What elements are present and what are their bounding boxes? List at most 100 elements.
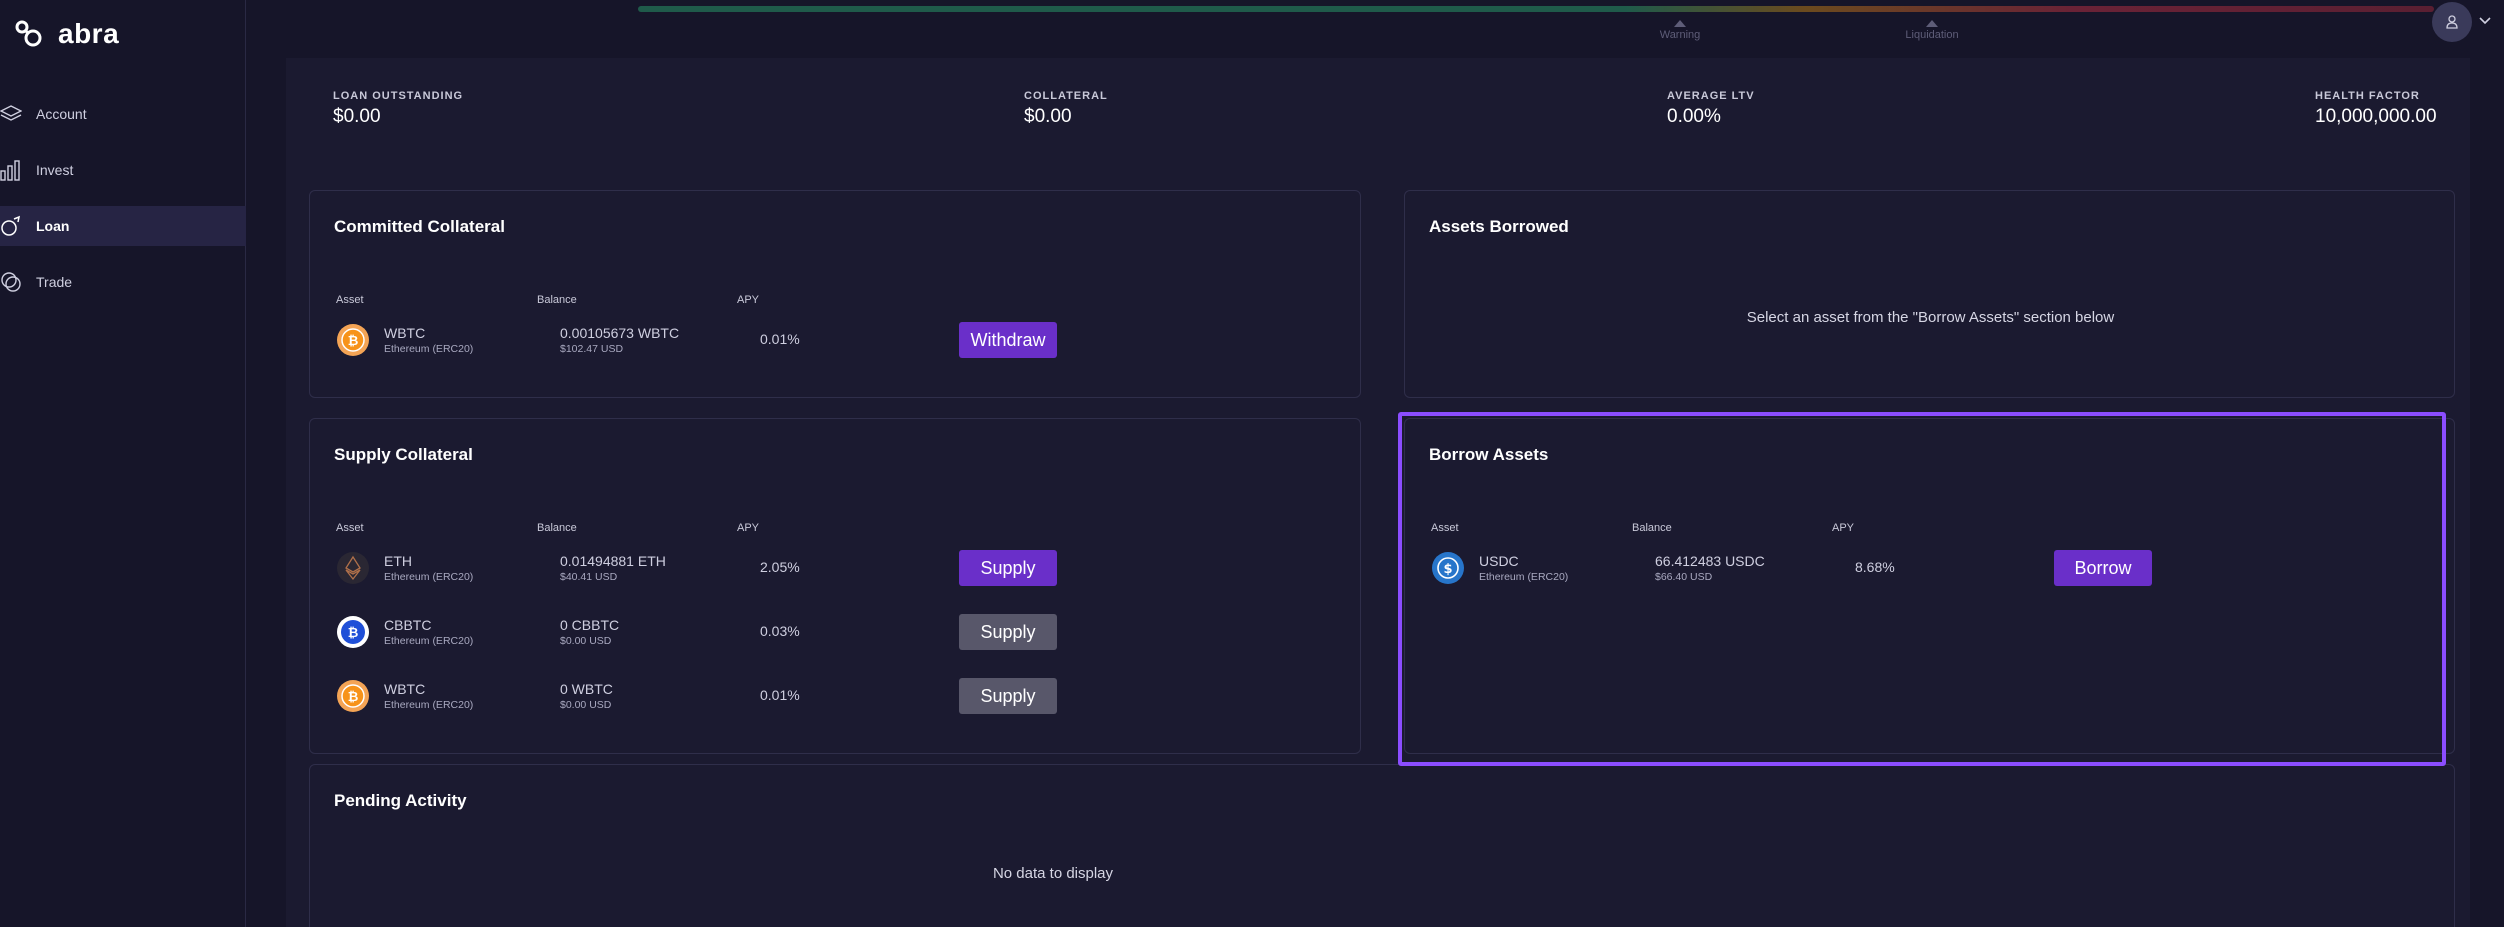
card-title: Borrow Assets <box>1429 445 1549 464</box>
column-header-balance: Balance <box>537 294 577 306</box>
asset-network: Ethereum (ERC20) <box>384 343 474 355</box>
stat-value: $0.00 <box>333 106 381 127</box>
balance-usd: $0.00 USD <box>560 699 612 711</box>
bar-chart-icon <box>0 160 20 181</box>
sidebar-item-label: Invest <box>36 162 74 178</box>
svg-text:₿: ₿ <box>348 334 359 349</box>
triangle-up-icon <box>1674 20 1686 27</box>
committed-collateral-card: Committed Collateral Asset Balance APY ₿… <box>309 190 1361 398</box>
liquidation-label: Liquidation <box>1905 29 1959 41</box>
stat-label: LOAN OUTSTANDING <box>333 90 464 102</box>
borrow-assets-card: Borrow Assets Asset Balance APY $ USDC E… <box>1404 418 2455 754</box>
coins-icon <box>1 272 21 292</box>
sidebar: abra Account Invest Loan Trade <box>0 0 246 927</box>
apy-value: 0.01% <box>760 687 800 703</box>
balance-amount: 0 WBTC <box>560 681 613 697</box>
balance-usd: $0.00 USD <box>560 635 612 647</box>
warning-label: Warning <box>1659 29 1701 41</box>
asset-network: Ethereum (ERC20) <box>1479 571 1569 583</box>
wbtc-coin-icon: ₿ <box>337 680 369 712</box>
table-row: ₿ WBTC Ethereum (ERC20) 0 WBTC $0.00 USD… <box>334 671 1334 721</box>
health-factor-bar <box>638 6 2434 12</box>
sidebar-item-label: Loan <box>36 218 70 234</box>
balance-usd: $40.41 USD <box>560 571 618 583</box>
sidebar-item-account[interactable]: Account <box>0 94 246 134</box>
app-name: abra <box>58 18 120 49</box>
balance-usd: $102.47 USD <box>560 343 624 355</box>
sidebar-item-label: Account <box>36 106 87 122</box>
chevron-down-icon[interactable] <box>2478 14 2492 28</box>
column-header-apy: APY <box>737 294 760 306</box>
apy-value: 2.05% <box>760 559 800 575</box>
stat-average-ltv: AVERAGE LTV 0.00% <box>1667 90 1755 128</box>
table-row: $ USDC Ethereum (ERC20) 66.412483 USDC $… <box>1429 543 2429 593</box>
supply-cbbtc-button[interactable]: Supply <box>959 614 1057 650</box>
apy-value: 0.01% <box>760 331 800 347</box>
liquidation-marker: Liquidation <box>1882 20 1982 41</box>
sidebar-nav: Account Invest Loan Trade <box>0 94 246 318</box>
layers-icon <box>0 105 22 121</box>
column-header-apy: APY <box>737 522 760 534</box>
asset-network: Ethereum (ERC20) <box>384 699 474 711</box>
column-header-apy: APY <box>1832 522 1855 534</box>
abra-logo-icon <box>15 20 42 47</box>
column-header-balance: Balance <box>537 522 577 534</box>
sidebar-item-invest[interactable]: Invest <box>0 150 246 190</box>
borrow-button[interactable]: Borrow <box>2054 550 2152 586</box>
asset-name: ETH <box>384 553 412 569</box>
balance-amount: 0.01494881 ETH <box>560 553 666 569</box>
balance-amount: 66.412483 USDC <box>1655 553 1765 569</box>
svg-text:₿: ₿ <box>348 690 359 705</box>
asset-name: WBTC <box>384 681 426 697</box>
column-header-asset: Asset <box>1431 522 1459 534</box>
asset-network: Ethereum (ERC20) <box>384 635 474 647</box>
supply-collateral-card: Supply Collateral Asset Balance APY ETH … <box>309 418 1361 754</box>
sidebar-item-loan[interactable]: Loan <box>0 206 246 246</box>
abra-logo[interactable]: abra <box>14 18 119 50</box>
asset-name: USDC <box>1479 553 1519 569</box>
card-title: Pending Activity <box>334 791 467 810</box>
sidebar-item-label: Trade <box>36 274 73 290</box>
stat-value: 10,000,000.00 <box>2315 106 2437 127</box>
svg-text:$: $ <box>1443 562 1452 577</box>
asset-name: WBTC <box>384 325 426 341</box>
balance-amount: 0.00105673 WBTC <box>560 325 680 341</box>
empty-message: Select an asset from the "Borrow Assets"… <box>1746 309 2115 326</box>
warning-marker: Warning <box>1630 20 1730 41</box>
apy-value: 0.03% <box>760 623 800 639</box>
balance-amount: 0 CBBTC <box>560 617 620 633</box>
eth-coin-icon <box>337 552 369 584</box>
stat-value: $0.00 <box>1024 106 1072 127</box>
card-title: Assets Borrowed <box>1429 217 1569 236</box>
card-title: Supply Collateral <box>334 445 473 464</box>
pending-activity-card: Pending Activity No data to display <box>309 764 2455 927</box>
avatar[interactable] <box>2432 2 2472 42</box>
apy-value: 8.68% <box>1855 559 1895 575</box>
loan-dashboard: LOAN OUTSTANDING $0.00 COLLATERAL $0.00 … <box>286 58 2470 927</box>
stat-collateral: COLLATERAL $0.00 <box>1024 90 1108 128</box>
column-header-balance: Balance <box>1632 522 1672 534</box>
supply-eth-button[interactable]: Supply <box>959 550 1057 586</box>
sidebar-item-trade[interactable]: Trade <box>0 262 246 302</box>
stat-label: COLLATERAL <box>1024 90 1108 102</box>
stat-health-factor: HEALTH FACTOR 10,000,000.00 <box>2315 90 2437 128</box>
withdraw-button[interactable]: Withdraw <box>959 322 1057 358</box>
balance-usd: $66.40 USD <box>1655 571 1713 583</box>
assets-borrowed-card: Assets Borrowed Select an asset from the… <box>1404 190 2455 398</box>
user-icon <box>2446 15 2458 29</box>
wbtc-coin-icon: ₿ <box>337 324 369 356</box>
table-row: ₿ WBTC Ethereum (ERC20) 0.00105673 WBTC … <box>334 315 1334 365</box>
table-row: ETH Ethereum (ERC20) 0.01494881 ETH $40.… <box>334 543 1334 593</box>
stats-bar: LOAN OUTSTANDING $0.00 COLLATERAL $0.00 … <box>286 58 2470 158</box>
stat-loan-outstanding: LOAN OUTSTANDING $0.00 <box>333 90 463 128</box>
svg-text:₿: ₿ <box>348 626 359 641</box>
triangle-up-icon <box>1926 20 1938 27</box>
table-row: ₿ CBBTC Ethereum (ERC20) 0 CBBTC $0.00 U… <box>334 607 1334 657</box>
stat-label: AVERAGE LTV <box>1667 90 1755 102</box>
asset-name: CBBTC <box>384 617 432 633</box>
usdc-coin-icon: $ <box>1432 552 1464 584</box>
supply-wbtc-button[interactable]: Supply <box>959 678 1057 714</box>
stat-label: HEALTH FACTOR <box>2315 90 2420 102</box>
stat-value: 0.00% <box>1667 106 1721 127</box>
column-header-asset: Asset <box>336 294 364 306</box>
